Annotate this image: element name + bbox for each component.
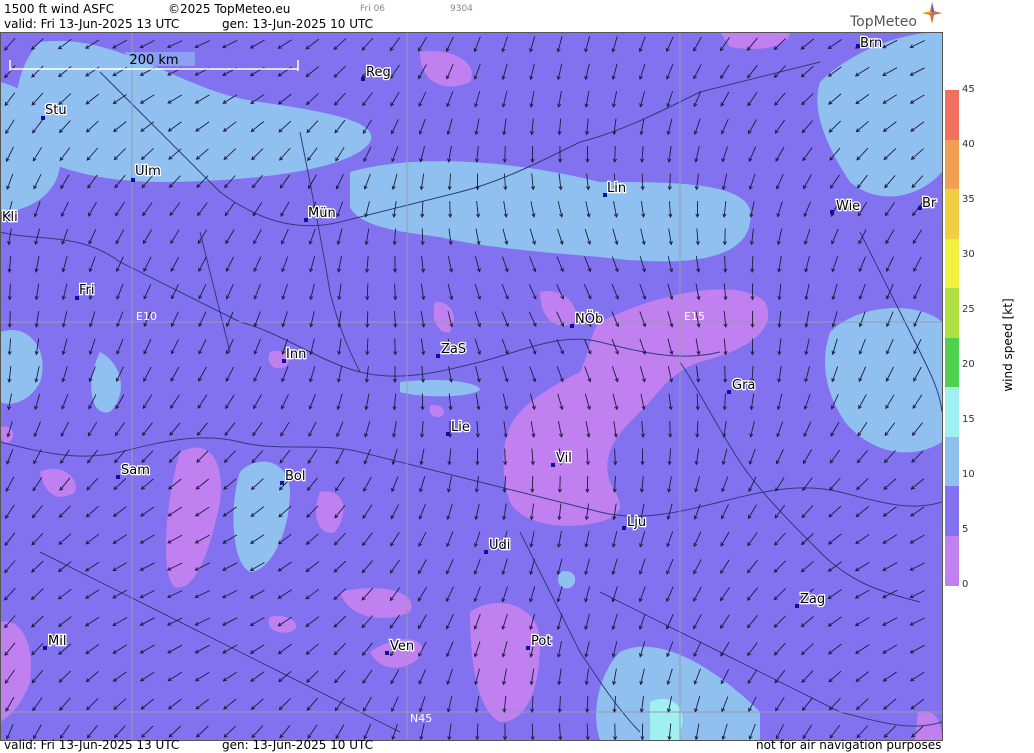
city-dot: [727, 390, 731, 394]
legend-title: wind speed [kt]: [1001, 298, 1015, 392]
legend-swatch: [945, 189, 959, 239]
scale-bar-label: 200 km: [129, 53, 178, 68]
city-sam: Sam: [121, 463, 150, 478]
city-kli: Kli: [2, 210, 18, 225]
wind-arrow: [504, 145, 506, 163]
city-zag: Zag: [800, 592, 825, 607]
wind-arrow: [641, 173, 644, 190]
wind-arrow: [421, 228, 424, 245]
city-reg: Reg: [366, 65, 391, 80]
wind-map[interactable]: 200 km E10 E15 N45 Brn Reg Stu Ulm Lin K…: [0, 32, 942, 740]
legend-tick-label: 45: [962, 84, 975, 95]
grid-label-n45: N45: [410, 712, 432, 725]
city-dot: [446, 432, 450, 436]
city-dot: [795, 604, 799, 608]
city-brn: Brn: [860, 36, 882, 51]
city-br: Br: [922, 196, 937, 211]
city-ven: Ven: [390, 639, 414, 654]
wind-speed-legend: [945, 90, 959, 586]
wind-arrow: [394, 338, 396, 355]
grid-label-e15: E15: [684, 310, 705, 323]
copyright: ©2025 TopMeteo.eu: [168, 2, 291, 16]
city-wie: Wie: [836, 199, 860, 214]
wind-arrow: [724, 365, 726, 383]
city-ulm: Ulm: [135, 164, 161, 179]
day-tag: Fri 06: [360, 4, 386, 14]
wind-arrow: [669, 420, 671, 438]
city-dot: [526, 646, 530, 650]
topmeteo-logo: TopMeteo: [850, 14, 917, 30]
city-stu: Stu: [45, 103, 67, 118]
legend-tick-label: 5: [962, 524, 969, 535]
city-dot: [361, 77, 365, 81]
legend-swatch: [945, 337, 959, 388]
city-bol: Bol: [285, 469, 305, 484]
city-dot: [622, 526, 626, 530]
disclaimer: not for air navigation purposes: [756, 738, 942, 752]
city-mun: Mün: [308, 206, 336, 221]
wind-arrow: [504, 448, 506, 465]
city-pot: Pot: [531, 634, 551, 649]
legend-tick-label: 10: [962, 469, 975, 480]
city-dot: [116, 475, 120, 479]
legend-swatch: [945, 387, 959, 437]
grid-label-e10: E10: [136, 310, 157, 323]
compass-star-icon: [922, 2, 942, 28]
city-vil: Vil: [556, 451, 572, 466]
city-dot: [280, 481, 284, 485]
wind-arrow: [669, 173, 671, 190]
legend-tick-label: 25: [962, 304, 975, 315]
city-dot: [484, 550, 488, 554]
city-dot: [385, 651, 389, 655]
legend-swatch: [945, 486, 959, 536]
legend-tick-label: 30: [962, 249, 975, 260]
city-gra: Gra: [732, 378, 755, 393]
footer-generated-time: gen: 13-Jun-2025 10 UTC: [222, 738, 374, 752]
city-udi: Udi: [489, 538, 510, 553]
legend-swatch: [945, 90, 959, 140]
city-lju: Lju: [627, 515, 646, 530]
city-mil: Mil: [48, 634, 66, 649]
run-code: 9304: [450, 4, 473, 14]
wind-arrow: [9, 310, 11, 328]
wind-arrow: [366, 310, 369, 328]
generated-time: gen: 13-Jun-2025 10 UTC: [222, 17, 374, 31]
city-lin: Lin: [607, 181, 626, 196]
legend-swatch: [945, 436, 959, 487]
city-dot: [43, 646, 47, 650]
legend-tick-label: 40: [962, 139, 975, 150]
product-title: 1500 ft wind ASFC: [4, 2, 115, 16]
valid-time: valid: Fri 13-Jun-2025 13 UTC: [4, 17, 180, 31]
city-inn: Inn: [286, 347, 306, 362]
legend-tick-label: 20: [962, 359, 975, 370]
city-dot: [830, 210, 834, 214]
city-lie: Lie: [451, 420, 470, 435]
legend-swatch: [945, 238, 959, 289]
wind-arrow: [449, 200, 451, 218]
footer-valid-time: valid: Fri 13-Jun-2025 13 UTC: [4, 738, 180, 752]
legend-swatch: [945, 139, 959, 190]
city-nob: NÖb: [575, 310, 603, 327]
legend-tick-label: 15: [962, 414, 975, 425]
city-dot: [551, 463, 555, 467]
legend-swatch: [945, 535, 959, 586]
city-fri: Fri: [79, 283, 95, 298]
legend-swatch: [945, 288, 959, 338]
legend-tick-label: 0: [962, 579, 969, 590]
city-dot: [436, 354, 440, 358]
city-dot: [570, 324, 574, 328]
legend-tick-label: 35: [962, 194, 975, 205]
wind-arrow: [531, 475, 534, 493]
wind-arrow: [531, 723, 534, 740]
city-zas: ZaS: [441, 342, 466, 357]
